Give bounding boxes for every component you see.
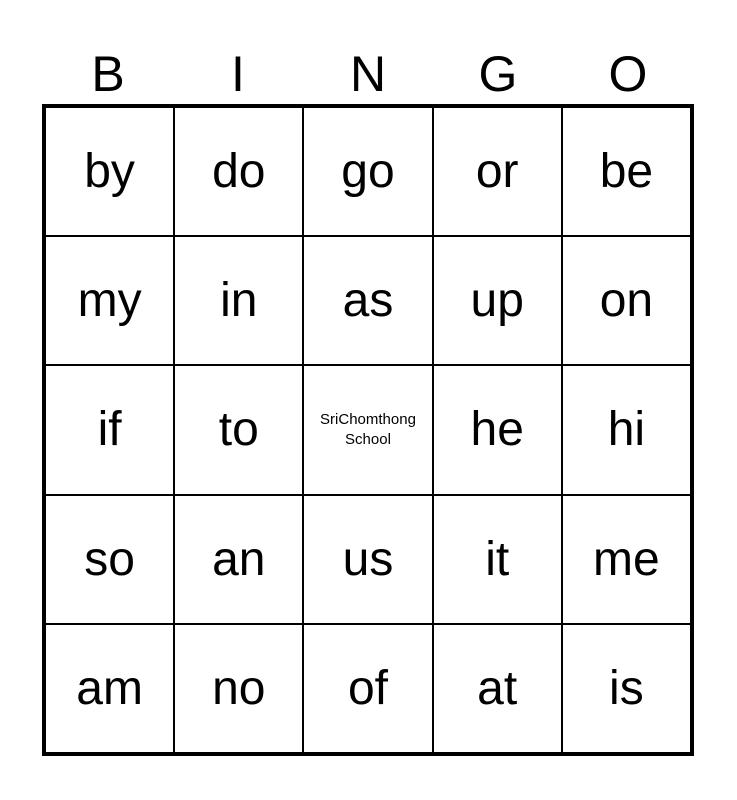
bingo-cell[interactable]: be	[561, 107, 691, 237]
free-space-cell[interactable]: SriChomthong School	[303, 365, 433, 495]
bingo-cell[interactable]: is	[561, 623, 691, 753]
header-letter-g: G	[478, 46, 518, 102]
bingo-cell[interactable]: hi	[561, 365, 691, 495]
bingo-cell[interactable]: at	[432, 623, 562, 753]
bingo-cell[interactable]: am	[45, 623, 175, 753]
bingo-cell[interactable]: do	[174, 107, 304, 237]
bingo-cell[interactable]: my	[45, 236, 175, 366]
bingo-cell[interactable]: as	[303, 236, 433, 366]
bingo-cell[interactable]: in	[174, 236, 304, 366]
bingo-cell[interactable]: it	[432, 494, 562, 624]
bingo-cell[interactable]: by	[45, 107, 175, 237]
header-letter-n: N	[349, 46, 387, 102]
bingo-cell[interactable]: an	[174, 494, 304, 624]
bingo-cell[interactable]: so	[45, 494, 175, 624]
bingo-cell[interactable]: on	[561, 236, 691, 366]
bingo-cell[interactable]: us	[303, 494, 433, 624]
header-letter-i: I	[231, 46, 245, 102]
bingo-cell[interactable]: or	[432, 107, 562, 237]
bingo-cell[interactable]: he	[432, 365, 562, 495]
bingo-cell[interactable]: go	[303, 107, 433, 237]
bingo-cell[interactable]: of	[303, 623, 433, 753]
bingo-cell[interactable]: to	[174, 365, 304, 495]
bingo-card-grid: by do go or be my in as up on if to SriC…	[42, 104, 694, 756]
bingo-cell[interactable]: me	[561, 494, 691, 624]
header-letter-o: O	[608, 46, 648, 102]
bingo-header: B I N G O	[43, 44, 693, 104]
bingo-cell[interactable]: if	[45, 365, 175, 495]
header-letter-b: B	[91, 46, 125, 102]
bingo-cell[interactable]: no	[174, 623, 304, 753]
bingo-cell[interactable]: up	[432, 236, 562, 366]
